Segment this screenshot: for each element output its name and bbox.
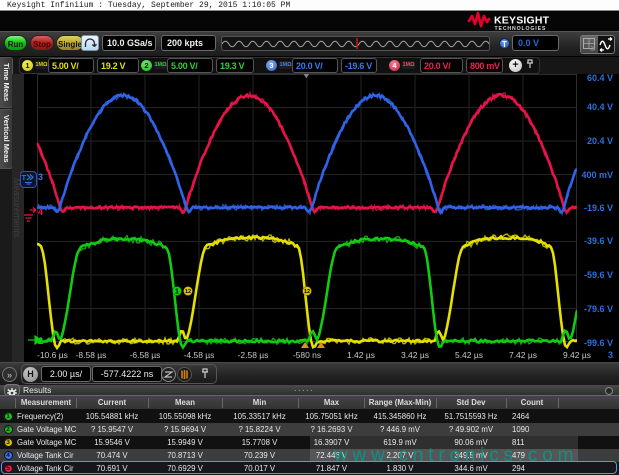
svg-text:T: T <box>22 173 27 182</box>
svg-text:1: 1 <box>175 289 179 296</box>
svg-text:KEYSIGHT: KEYSIGHT <box>494 15 550 27</box>
svg-text:12: 12 <box>304 289 310 295</box>
svg-text:2: 2 <box>38 336 43 346</box>
svg-text:4: 4 <box>38 207 43 217</box>
svg-text:12: 12 <box>185 289 191 295</box>
